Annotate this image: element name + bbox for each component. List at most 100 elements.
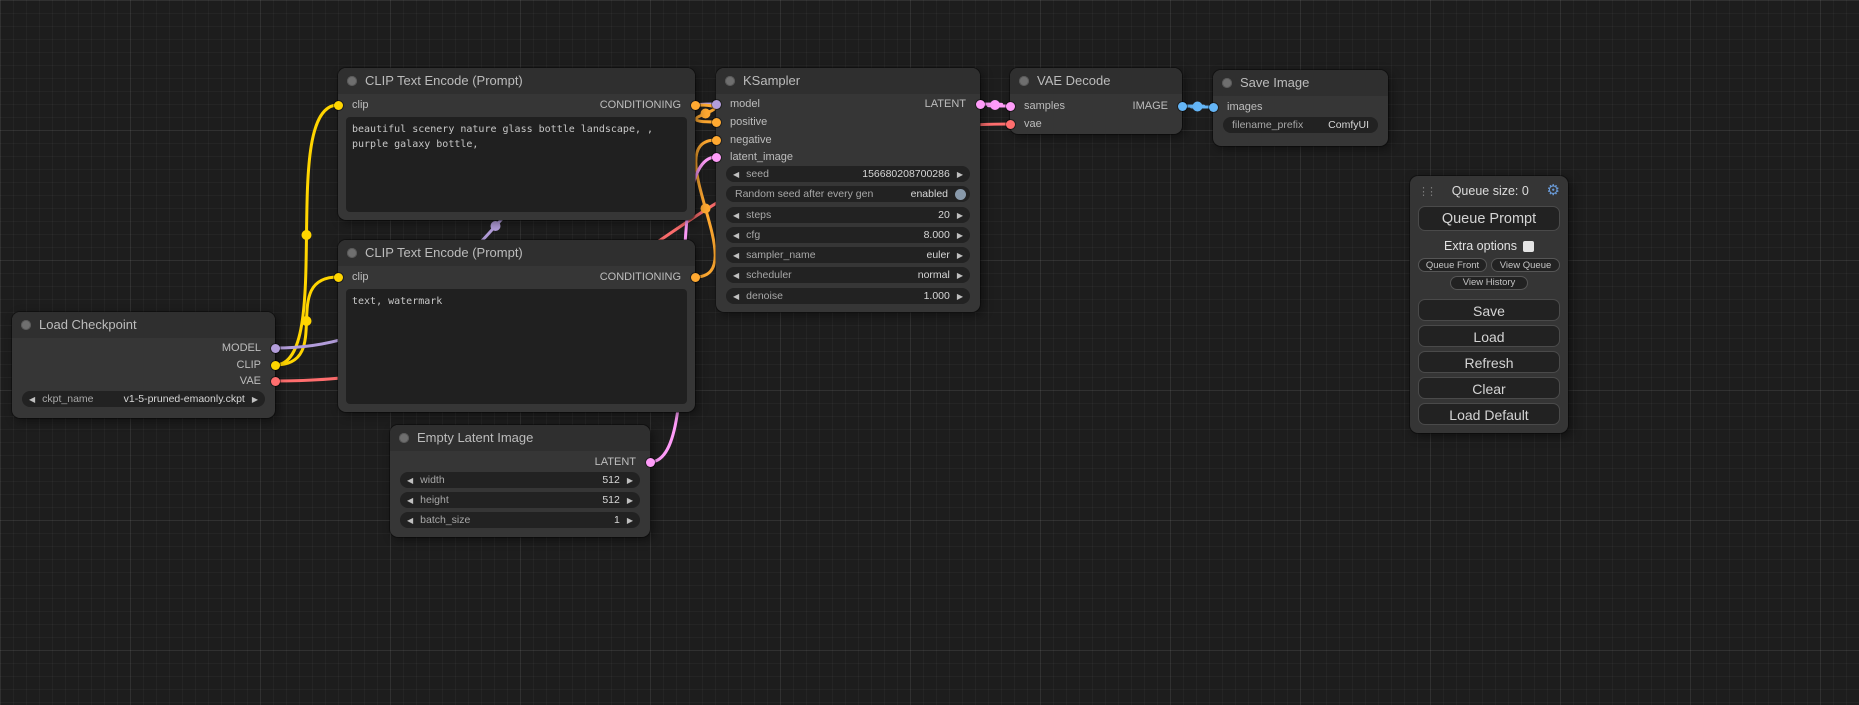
load-button[interactable]: Load xyxy=(1418,325,1560,347)
arrow-left-icon[interactable]: ◀ xyxy=(733,231,739,240)
arrow-right-icon[interactable]: ▶ xyxy=(627,496,633,505)
output-dot-clip[interactable] xyxy=(271,361,280,370)
arrow-left-icon[interactable]: ◀ xyxy=(733,292,739,301)
widget-scheduler[interactable]: ◀ scheduler normal ▶ xyxy=(726,267,970,283)
widget-cfg[interactable]: ◀ cfg 8.000 ▶ xyxy=(726,227,970,243)
output-label: IMAGE xyxy=(1133,100,1168,112)
queue-panel: ⋮⋮ Queue size: 0 ⚙ Queue Prompt Extra op… xyxy=(1410,176,1568,433)
output-slot-clip: CLIP xyxy=(237,357,275,373)
collapse-dot[interactable] xyxy=(21,320,31,330)
input-dot-samples[interactable] xyxy=(1006,102,1015,111)
node-title-bar[interactable]: Save Image xyxy=(1213,70,1388,96)
arrow-left-icon[interactable]: ◀ xyxy=(733,170,739,179)
collapse-dot[interactable] xyxy=(347,248,357,258)
arrow-right-icon[interactable]: ▶ xyxy=(252,395,258,404)
arrow-left-icon[interactable]: ◀ xyxy=(733,211,739,220)
input-dot-model[interactable] xyxy=(712,100,721,109)
widget-label: scheduler xyxy=(746,269,792,281)
collapse-dot[interactable] xyxy=(399,433,409,443)
prompt-textarea[interactable]: beautiful scenery nature glass bottle la… xyxy=(346,117,687,212)
output-dot-conditioning[interactable] xyxy=(691,101,700,110)
node-load-checkpoint[interactable]: Load Checkpoint MODEL CLIP VAE ◀ ckpt_na… xyxy=(12,312,275,418)
node-save-image[interactable]: Save Image images filename_prefix ComfyU… xyxy=(1213,70,1388,146)
widget-value: euler xyxy=(816,249,950,261)
widget-filename-prefix[interactable]: filename_prefix ComfyUI xyxy=(1223,117,1378,133)
arrow-left-icon[interactable]: ◀ xyxy=(407,476,413,485)
input-dot-clip[interactable] xyxy=(334,273,343,282)
output-slot-model: MODEL xyxy=(222,340,275,356)
widget-batch-size[interactable]: ◀ batch_size 1 ▶ xyxy=(400,512,640,528)
node-title-bar[interactable]: Load Checkpoint xyxy=(12,312,275,338)
input-dot-images[interactable] xyxy=(1209,103,1218,112)
node-title: KSampler xyxy=(743,73,800,88)
arrow-right-icon[interactable]: ▶ xyxy=(957,251,963,260)
arrow-right-icon[interactable]: ▶ xyxy=(627,516,633,525)
drag-handle-icon[interactable]: ⋮⋮ xyxy=(1418,185,1434,198)
node-clip-text-encode-positive[interactable]: CLIP Text Encode (Prompt) clip CONDITION… xyxy=(338,68,695,220)
arrow-right-icon[interactable]: ▶ xyxy=(957,170,963,179)
node-empty-latent-image[interactable]: Empty Latent Image LATENT ◀ width 512 ▶ … xyxy=(390,425,650,537)
view-history-button[interactable]: View History xyxy=(1450,276,1529,290)
collapse-dot[interactable] xyxy=(347,76,357,86)
node-ksampler[interactable]: KSampler model positive negative latent_… xyxy=(716,68,980,312)
collapse-dot[interactable] xyxy=(1222,78,1232,88)
collapse-dot[interactable] xyxy=(725,76,735,86)
node-title-bar[interactable]: CLIP Text Encode (Prompt) xyxy=(338,240,695,266)
view-queue-button[interactable]: View Queue xyxy=(1491,258,1560,272)
node-title-bar[interactable]: Empty Latent Image xyxy=(390,425,650,451)
widget-steps[interactable]: ◀ steps 20 ▶ xyxy=(726,207,970,223)
widget-random-seed-toggle[interactable]: Random seed after every gen enabled xyxy=(726,186,970,202)
widget-value: 156680208700286 xyxy=(769,168,950,180)
arrow-right-icon[interactable]: ▶ xyxy=(957,292,963,301)
queue-front-button[interactable]: Queue Front xyxy=(1418,258,1487,272)
arrow-right-icon[interactable]: ▶ xyxy=(957,211,963,220)
node-title-bar[interactable]: KSampler xyxy=(716,68,980,94)
output-dot-conditioning[interactable] xyxy=(691,273,700,282)
arrow-right-icon[interactable]: ▶ xyxy=(627,476,633,485)
load-default-button[interactable]: Load Default xyxy=(1418,403,1560,425)
widget-ckpt-name[interactable]: ◀ ckpt_name v1-5-pruned-emaonly.ckpt ▶ xyxy=(22,391,265,407)
arrow-left-icon[interactable]: ◀ xyxy=(407,516,413,525)
input-label: latent_image xyxy=(730,151,793,163)
widget-sampler-name[interactable]: ◀ sampler_name euler ▶ xyxy=(726,247,970,263)
save-button[interactable]: Save xyxy=(1418,299,1560,321)
toggle-knob[interactable] xyxy=(955,189,966,200)
output-dot-model[interactable] xyxy=(271,344,280,353)
collapse-dot[interactable] xyxy=(1019,76,1029,86)
widget-height[interactable]: ◀ height 512 ▶ xyxy=(400,492,640,508)
node-clip-text-encode-negative[interactable]: CLIP Text Encode (Prompt) clip CONDITION… xyxy=(338,240,695,412)
node-graph-canvas[interactable]: Load Checkpoint MODEL CLIP VAE ◀ ckpt_na… xyxy=(0,0,1859,705)
queue-panel-header[interactable]: ⋮⋮ Queue size: 0 ⚙ xyxy=(1418,182,1560,200)
settings-gear-icon[interactable]: ⚙ xyxy=(1547,182,1560,200)
prompt-textarea[interactable]: text, watermark xyxy=(346,289,687,404)
arrow-left-icon[interactable]: ◀ xyxy=(733,251,739,260)
input-dot-vae[interactable] xyxy=(1006,120,1015,129)
output-slot-latent: LATENT xyxy=(595,454,650,470)
clear-button[interactable]: Clear xyxy=(1418,377,1560,399)
input-dot-clip[interactable] xyxy=(334,101,343,110)
output-dot-image[interactable] xyxy=(1178,102,1187,111)
output-dot-latent[interactable] xyxy=(646,458,655,467)
node-vae-decode[interactable]: VAE Decode samples vae IMAGE xyxy=(1010,68,1182,134)
extra-options-checkbox[interactable] xyxy=(1523,241,1534,252)
refresh-button[interactable]: Refresh xyxy=(1418,351,1560,373)
queue-small-buttons-row: Queue Front View Queue xyxy=(1418,258,1560,272)
queue-prompt-button[interactable]: Queue Prompt xyxy=(1418,206,1560,231)
node-title-bar[interactable]: VAE Decode xyxy=(1010,68,1182,94)
output-dot-vae[interactable] xyxy=(271,377,280,386)
node-title-bar[interactable]: CLIP Text Encode (Prompt) xyxy=(338,68,695,94)
arrow-right-icon[interactable]: ▶ xyxy=(957,231,963,240)
widget-denoise[interactable]: ◀ denoise 1.000 ▶ xyxy=(726,288,970,304)
input-dot-negative[interactable] xyxy=(712,136,721,145)
widget-width[interactable]: ◀ width 512 ▶ xyxy=(400,472,640,488)
input-label: positive xyxy=(730,116,767,128)
node-title: VAE Decode xyxy=(1037,73,1110,88)
input-dot-latent-image[interactable] xyxy=(712,153,721,162)
arrow-left-icon[interactable]: ◀ xyxy=(733,271,739,280)
input-dot-positive[interactable] xyxy=(712,118,721,127)
output-dot-latent[interactable] xyxy=(976,100,985,109)
arrow-right-icon[interactable]: ▶ xyxy=(957,271,963,280)
arrow-left-icon[interactable]: ◀ xyxy=(407,496,413,505)
widget-seed[interactable]: ◀ seed 156680208700286 ▶ xyxy=(726,166,970,182)
arrow-left-icon[interactable]: ◀ xyxy=(29,395,35,404)
